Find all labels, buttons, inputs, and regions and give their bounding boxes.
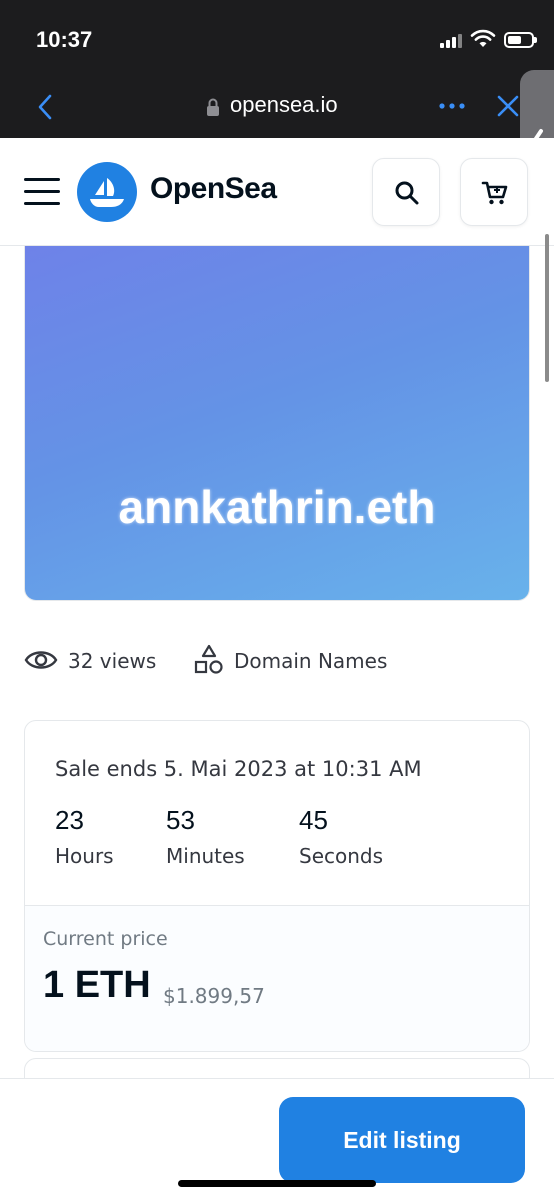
site-header: OpenSea	[0, 138, 554, 246]
price-eth: 1 ETH	[43, 964, 151, 1006]
category-shapes-icon	[194, 644, 223, 674]
battery-level	[508, 36, 521, 44]
back-arrow-icon[interactable]	[34, 92, 58, 122]
countdown-value: 53	[166, 805, 195, 835]
brand-name[interactable]: OpenSea	[150, 172, 277, 206]
countdown-label: Seconds	[299, 844, 384, 868]
close-icon[interactable]	[496, 94, 520, 118]
cart-button[interactable]	[460, 158, 528, 226]
nft-image[interactable]	[24, 246, 530, 601]
countdown-minutes: 53 Minutes	[166, 805, 245, 868]
nft-meta-row: 32 views Domain Names	[24, 644, 530, 678]
more-dots-icon[interactable]	[438, 94, 466, 118]
home-indicator[interactable]	[178, 1180, 376, 1187]
views-count: 32 views	[68, 649, 157, 673]
lock-icon	[207, 98, 219, 116]
wifi-icon	[470, 29, 496, 47]
nft-image-title: annkathrin.eth	[118, 481, 436, 533]
eye-icon	[24, 651, 58, 669]
countdown-value: 45	[299, 805, 328, 835]
edit-listing-button[interactable]: Edit listing	[279, 1097, 525, 1183]
category-link[interactable]: Domain Names	[234, 649, 387, 673]
cellular-signal-icon	[440, 34, 464, 48]
status-bar: 10:37	[0, 0, 554, 80]
countdown-label: Hours	[55, 844, 114, 868]
status-time: 10:37	[36, 27, 93, 52]
url-text[interactable]: opensea.io	[230, 92, 338, 118]
countdown-label: Minutes	[166, 844, 245, 868]
countdown-value: 23	[55, 805, 84, 835]
countdown-hours: 23 Hours	[55, 805, 114, 868]
price-section: Current price 1 ETH $1.899,57	[25, 905, 529, 1051]
price-fiat: $1.899,57	[163, 984, 265, 1008]
cart-icon	[481, 181, 508, 205]
listing-card: Sale ends 5. Mai 2023 at 10:31 AM 23 Hou…	[24, 720, 530, 1052]
search-button[interactable]	[372, 158, 440, 226]
page-scrollbar[interactable]	[545, 234, 549, 382]
search-icon	[395, 181, 419, 205]
opensea-logo-icon[interactable]	[77, 162, 137, 222]
price-label: Current price	[43, 928, 168, 950]
hamburger-menu-icon[interactable]	[24, 178, 60, 206]
countdown-seconds: 45 Seconds	[299, 805, 383, 868]
browser-url-bar: opensea.io	[0, 80, 554, 138]
battery-icon	[504, 32, 537, 48]
sale-ends-text: Sale ends 5. Mai 2023 at 10:31 AM	[55, 757, 422, 781]
